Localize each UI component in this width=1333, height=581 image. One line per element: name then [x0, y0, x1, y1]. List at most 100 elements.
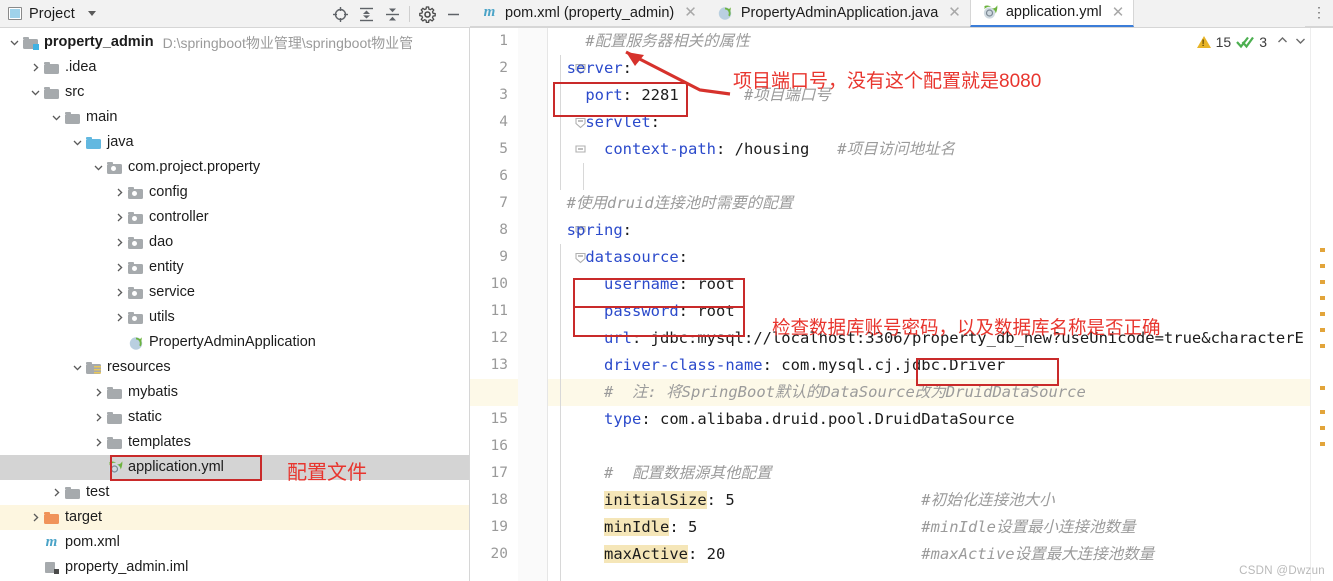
code-editor[interactable]: 1234567891011121314151617181920 #配置服务器相关…	[470, 28, 1333, 581]
code-comment: # 配置数据源其他配置	[604, 464, 772, 482]
chevron-down-icon[interactable]	[27, 87, 43, 98]
tree-node-label: entity	[149, 259, 184, 276]
expand-all-icon[interactable]	[353, 1, 379, 27]
tree-node-controller[interactable]: controller	[0, 205, 469, 230]
code-line[interactable]: spring:	[548, 217, 1310, 244]
code-folding-gutter[interactable]	[518, 28, 586, 581]
chevron-down-icon[interactable]	[90, 162, 106, 173]
close-icon[interactable]: ✕	[1112, 5, 1125, 20]
warning-marker	[1320, 248, 1325, 252]
chevron-right-icon[interactable]	[111, 312, 127, 323]
code-line[interactable]: # 配置数据源其他配置	[548, 460, 1310, 487]
tree-node-java[interactable]: java	[0, 130, 469, 155]
line-number: 10	[490, 276, 508, 292]
warning-count: 15	[1215, 34, 1232, 50]
chevron-up-icon[interactable]	[1276, 34, 1289, 50]
gear-icon[interactable]	[414, 1, 440, 27]
inspection-status[interactable]: 15 3	[1196, 34, 1307, 50]
line-number: 1	[499, 33, 508, 49]
close-icon[interactable]: ✕	[948, 5, 961, 20]
chevron-right-icon[interactable]	[111, 212, 127, 223]
code-comment: #使用druid连接池时需要的配置	[566, 194, 794, 212]
tree-node-property-admin-iml[interactable]: property_admin.iml	[0, 555, 469, 580]
code-line[interactable]: type: com.alibaba.druid.pool.DruidDataSo…	[548, 406, 1310, 433]
tree-node-utils[interactable]: utils	[0, 305, 469, 330]
line-number: 6	[499, 168, 508, 184]
tree-node-propertyadminapplication[interactable]: PropertyAdminApplication	[0, 330, 469, 355]
tree-node--idea[interactable]: .idea	[0, 55, 469, 80]
code-line[interactable]: minIdle: 5 #minIdle设置最小连接池数量	[548, 514, 1310, 541]
tree-node-mybatis[interactable]: mybatis	[0, 380, 469, 405]
code-line[interactable]: servlet:	[548, 109, 1310, 136]
close-icon[interactable]: ✕	[684, 5, 697, 20]
line-number: 19	[490, 519, 508, 535]
locate-icon[interactable]	[327, 1, 353, 27]
project-tree[interactable]: property_admin D:\springboot物业管理\springbo…	[0, 28, 470, 581]
tree-node-test[interactable]: test	[0, 480, 469, 505]
code-line[interactable]	[548, 163, 1310, 190]
code-comment: #配置服务器相关的属性	[585, 32, 750, 50]
chevron-right-icon[interactable]	[27, 62, 43, 73]
code-comment: #maxActive设置最大连接池数量	[725, 545, 1155, 563]
chevron-down-icon[interactable]	[6, 37, 22, 48]
indent-guide	[560, 244, 561, 581]
more-tabs-icon[interactable]: ⋮	[1305, 0, 1333, 27]
code-line[interactable]: driver-class-name: com.mysql.cj.jdbc.Dri…	[548, 352, 1310, 379]
code-line[interactable]: maxActive: 20 #maxActive设置最大连接池数量	[548, 541, 1310, 568]
code-line[interactable]: username: root	[548, 271, 1310, 298]
chevron-right-icon[interactable]	[111, 262, 127, 273]
collapse-all-icon[interactable]	[379, 1, 405, 27]
yaml-key-highlighted: maxActive	[604, 545, 688, 563]
tree-node-property-admin[interactable]: property_admin D:\springboot物业管理\springbo…	[0, 30, 469, 55]
scroll-marker-gutter[interactable]	[1310, 28, 1333, 581]
source-folder-icon	[85, 136, 102, 149]
chevron-right-icon[interactable]	[111, 187, 127, 198]
chevron-right-icon[interactable]	[90, 437, 106, 448]
tree-node-com-project-property[interactable]: com.project.property	[0, 155, 469, 180]
minimize-icon[interactable]	[440, 1, 466, 27]
code-line[interactable]	[548, 433, 1310, 460]
editor-tab-pom-xml--property-admin-[interactable]: m pom.xml (property_admin) ✕	[470, 0, 706, 27]
code-line[interactable]: initialSize: 5 #初始化连接池大小	[548, 487, 1310, 514]
tree-node-resources[interactable]: resources	[0, 355, 469, 380]
tree-node-pom-xml[interactable]: m pom.xml	[0, 530, 469, 555]
editor-tab-propertyadminapplication-java[interactable]: PropertyAdminApplication.java ✕	[705, 0, 970, 27]
chevron-down-icon[interactable]	[1294, 34, 1307, 50]
code-line[interactable]: datasource:	[548, 244, 1310, 271]
yaml-key: datasource	[585, 248, 679, 266]
chevron-right-icon[interactable]	[90, 412, 106, 423]
code-line[interactable]: # 注: 将SpringBoot默认的DataSource改为DruidData…	[548, 379, 1310, 406]
tree-node-application-yml[interactable]: application.yml	[0, 455, 469, 480]
tree-node-main[interactable]: main	[0, 105, 469, 130]
code-line[interactable]: context-path: /housing #项目访问地址名	[548, 136, 1310, 163]
tree-node-dao[interactable]: dao	[0, 230, 469, 255]
editor-tab-application-yml[interactable]: application.yml ✕	[969, 0, 1135, 27]
tree-node-entity[interactable]: entity	[0, 255, 469, 280]
spring-yaml-icon	[982, 4, 999, 21]
tree-node-static[interactable]: static	[0, 405, 469, 430]
chevron-right-icon[interactable]	[27, 512, 43, 523]
chevron-down-icon[interactable]	[87, 11, 96, 16]
chevron-right-icon[interactable]	[48, 487, 64, 498]
code-line[interactable]: #使用druid连接池时需要的配置	[548, 190, 1310, 217]
package-icon	[127, 286, 144, 299]
chevron-down-icon[interactable]	[69, 137, 85, 148]
line-number: 15	[490, 411, 508, 427]
chevron-down-icon[interactable]	[48, 112, 64, 123]
code-content[interactable]: #配置服务器相关的属性 server: port: 2281 #项目端口号 se…	[548, 28, 1310, 581]
chevron-right-icon[interactable]	[111, 237, 127, 248]
indent-guide	[560, 55, 561, 190]
tree-node-service[interactable]: service	[0, 280, 469, 305]
chevron-down-icon[interactable]	[69, 362, 85, 373]
tree-node-config[interactable]: config	[0, 180, 469, 205]
tree-node-templates[interactable]: templates	[0, 430, 469, 455]
chevron-right-icon[interactable]	[90, 387, 106, 398]
tree-node-target[interactable]: target	[0, 505, 469, 530]
tree-node-label: PropertyAdminApplication	[149, 334, 316, 351]
package-icon	[127, 311, 144, 324]
project-view-selector[interactable]: Project	[8, 6, 96, 22]
chevron-right-icon[interactable]	[111, 287, 127, 298]
tree-node-src[interactable]: src	[0, 80, 469, 105]
